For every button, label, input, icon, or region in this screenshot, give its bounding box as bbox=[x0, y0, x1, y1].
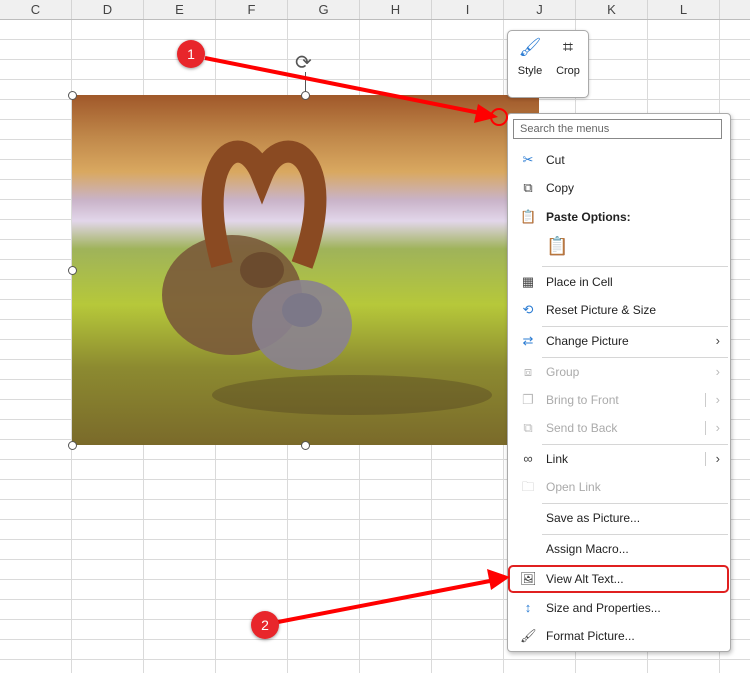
annotation-badge-1: 1 bbox=[177, 40, 205, 68]
arrow-2-line bbox=[277, 578, 496, 624]
annotation-arrows bbox=[204, 56, 510, 624]
arrow-2-head bbox=[487, 569, 510, 590]
arrow-1-head bbox=[474, 104, 498, 123]
annotation-badge-2: 2 bbox=[251, 611, 279, 639]
arrow-1-line bbox=[204, 56, 486, 116]
